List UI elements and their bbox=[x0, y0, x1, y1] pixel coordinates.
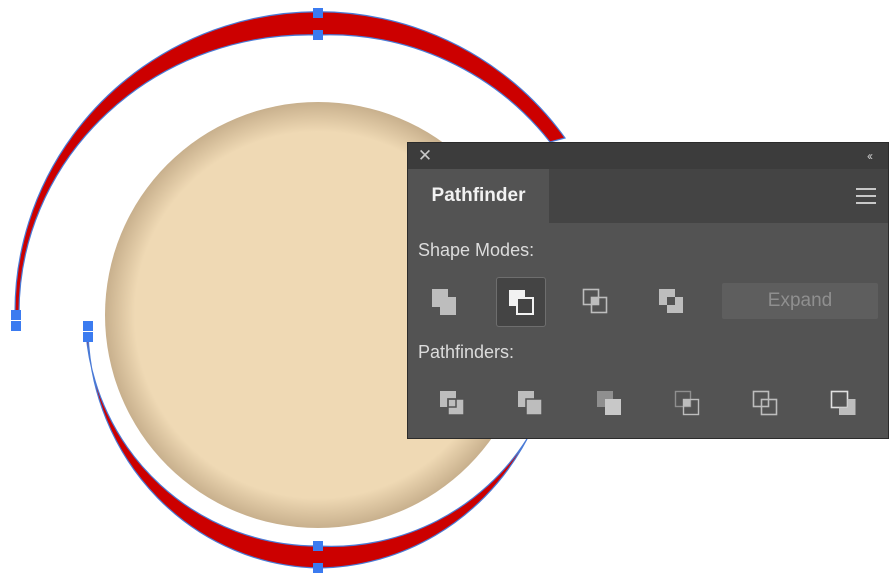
divide-button[interactable] bbox=[428, 379, 478, 429]
trim-icon bbox=[518, 391, 543, 416]
anchor-point[interactable] bbox=[313, 30, 323, 40]
intersect-icon bbox=[582, 288, 608, 314]
minus-front-icon bbox=[509, 290, 534, 315]
intersect-button[interactable] bbox=[571, 277, 621, 327]
crop-icon bbox=[674, 390, 700, 416]
pathfinder-panel: ✕ ‹‹ Pathfinder Shape Modes: Expand Path… bbox=[407, 142, 889, 439]
anchor-point[interactable] bbox=[313, 563, 323, 573]
exclude-button[interactable] bbox=[647, 277, 697, 327]
anchor-point[interactable] bbox=[83, 321, 93, 331]
expand-button[interactable]: Expand bbox=[722, 283, 878, 319]
exclude-icon bbox=[659, 289, 683, 313]
outline-button[interactable] bbox=[741, 379, 791, 429]
shape-modes-label: Shape Modes: bbox=[418, 240, 535, 260]
divide-icon bbox=[440, 391, 465, 416]
unite-icon bbox=[432, 289, 456, 315]
merge-button[interactable] bbox=[585, 379, 635, 429]
anchor-point[interactable] bbox=[83, 332, 93, 342]
unite-button[interactable] bbox=[420, 277, 470, 327]
tab-pathfinder[interactable]: Pathfinder bbox=[408, 169, 549, 223]
anchor-point[interactable] bbox=[313, 541, 323, 551]
close-icon[interactable]: ✕ bbox=[416, 146, 434, 166]
anchor-point[interactable] bbox=[11, 310, 21, 320]
panel-title-bar[interactable]: ✕ ‹‹ bbox=[408, 143, 888, 169]
panel-menu-icon[interactable] bbox=[856, 188, 876, 204]
panel-tab-row: Pathfinder bbox=[408, 169, 888, 223]
trim-button[interactable] bbox=[506, 379, 556, 429]
minus-back-button[interactable] bbox=[819, 379, 869, 429]
outline-icon bbox=[752, 390, 778, 416]
merge-icon bbox=[597, 391, 621, 415]
minus-back-icon bbox=[830, 390, 856, 415]
collapse-icon[interactable]: ‹‹ bbox=[858, 146, 880, 166]
pathfinders-label: Pathfinders: bbox=[418, 342, 515, 362]
anchor-point[interactable] bbox=[11, 321, 21, 331]
anchor-point[interactable] bbox=[313, 8, 323, 18]
minus-front-button[interactable] bbox=[496, 277, 546, 327]
crop-button[interactable] bbox=[663, 379, 713, 429]
